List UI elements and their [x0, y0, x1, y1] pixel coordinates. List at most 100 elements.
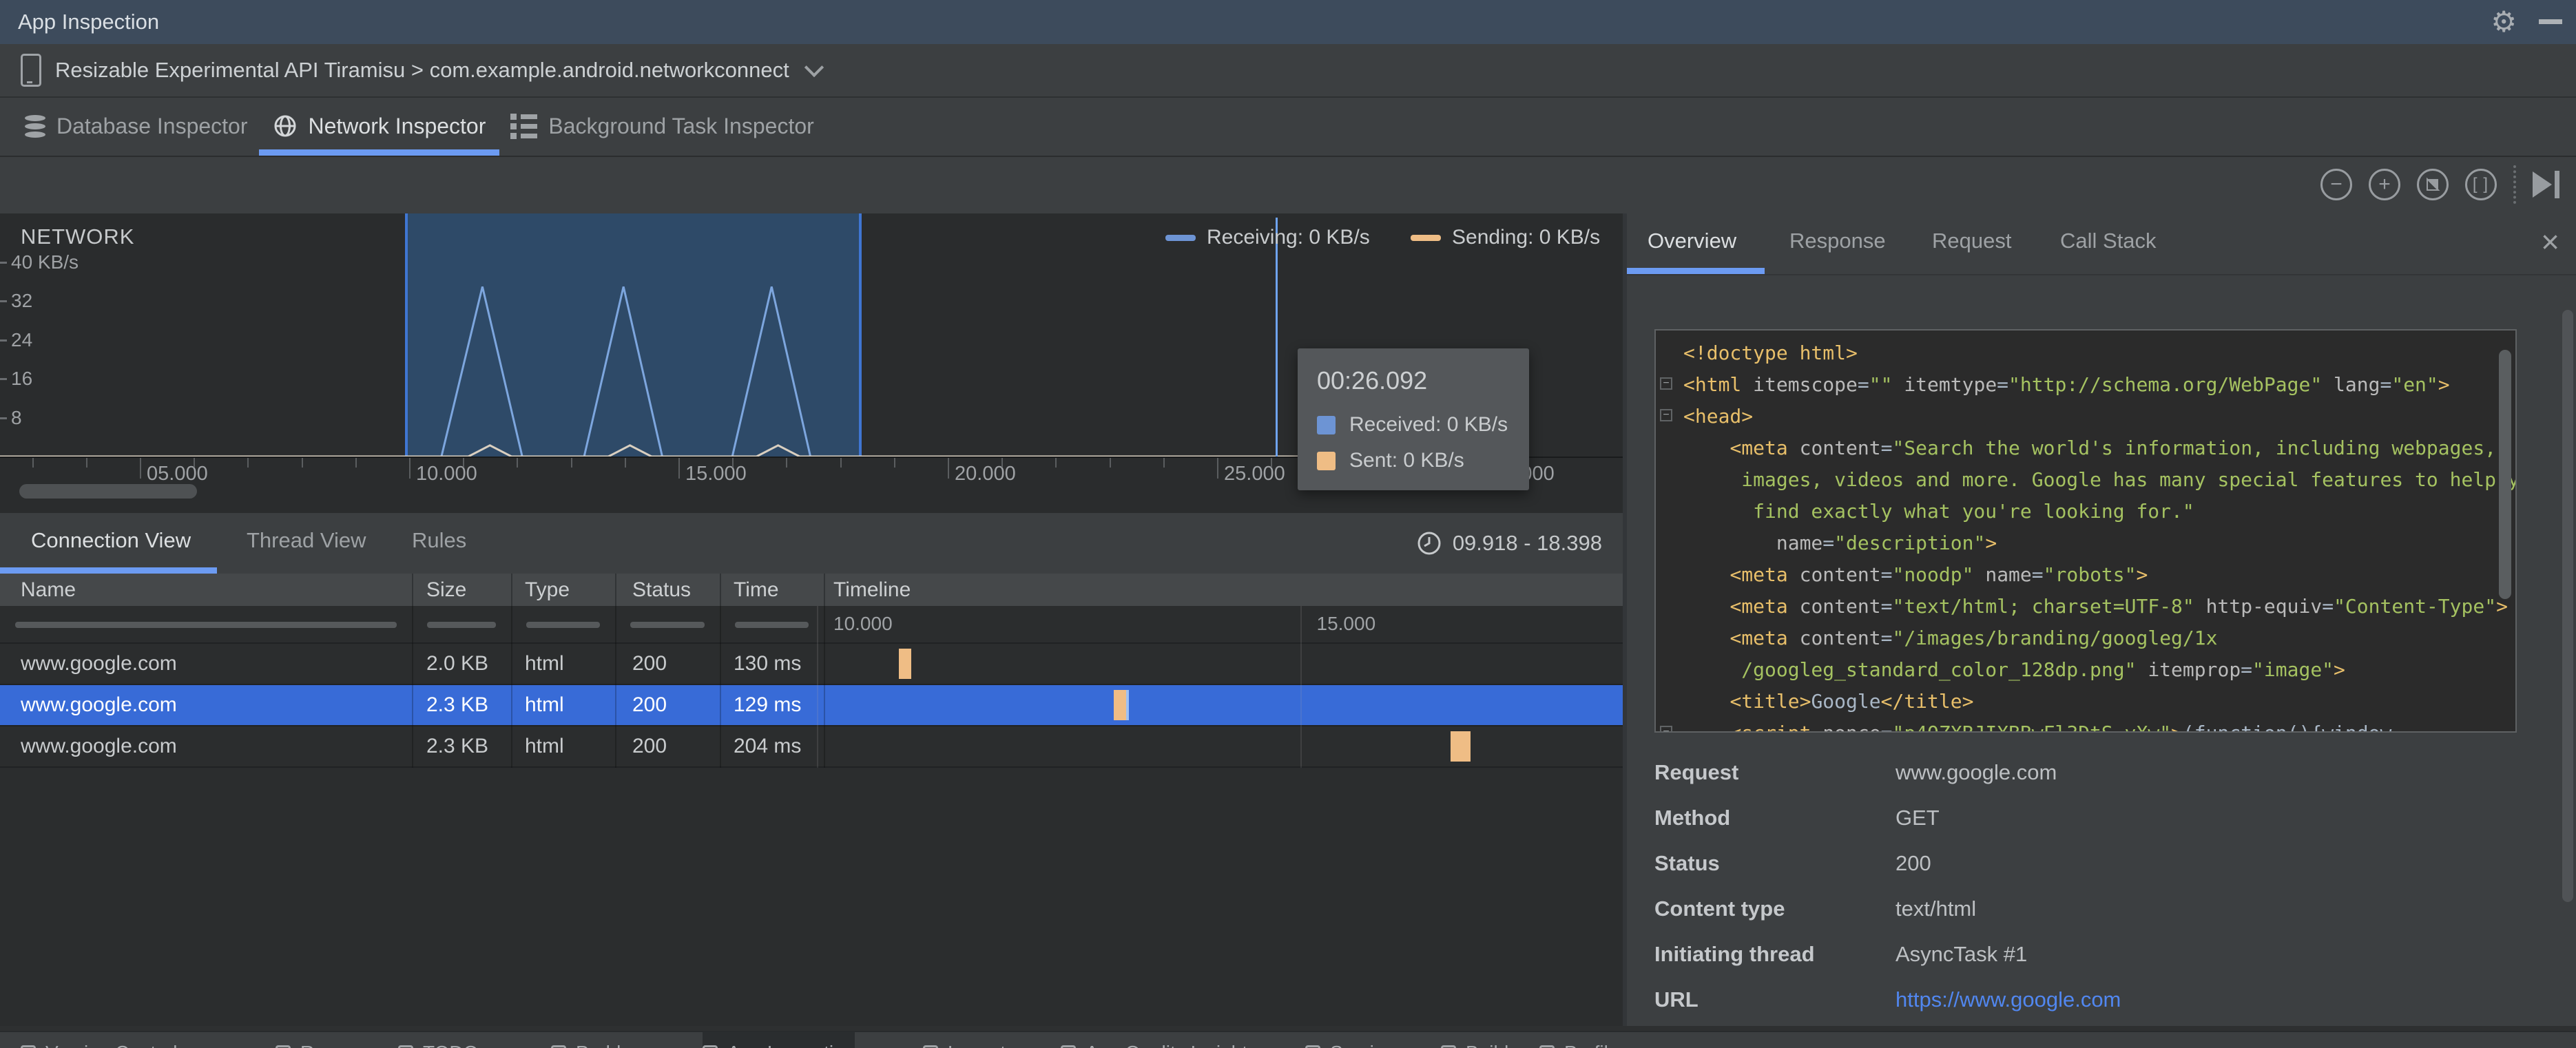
ruler-tick — [732, 458, 734, 468]
reset-zoom-icon[interactable] — [2417, 169, 2449, 200]
filter-pill[interactable] — [427, 622, 496, 628]
tool-window-bottom-bar: Version Control Run TODO Problems App Inspec… — [0, 1031, 2576, 1048]
connections-table-header[interactable]: Name Size Type Status Time Timeline — [0, 574, 1623, 606]
close-icon[interactable]: × — [2541, 223, 2559, 260]
column-header-time[interactable]: Time — [734, 574, 779, 606]
tooltip-time: 00:26.092 — [1317, 366, 1428, 395]
filter-pill[interactable] — [735, 622, 809, 628]
chart-tooltip: 00:26.092 Received: 0 KB/s Sent: 0 KB/s — [1298, 348, 1529, 490]
network-inspector-panel: NETWORK 8 16 24 32 40 KB/s 05.000 10.000 15.00… — [0, 213, 1623, 1031]
column-separator[interactable] — [615, 574, 616, 606]
gear-icon[interactable]: ⚙ — [2491, 6, 2517, 39]
zoom-to-selection-icon[interactable]: [ ] — [2465, 169, 2497, 200]
detail-value-request: www.google.com — [1895, 760, 2057, 784]
bottom-bar-item-app-inspection[interactable]: App Inspection — [703, 1032, 855, 1048]
minimize-icon[interactable] — [2539, 19, 2562, 24]
tab-database-inspector[interactable]: Database Inspector — [25, 96, 248, 156]
detail-label-url: URL — [1654, 987, 1699, 1012]
ruler-tick — [893, 458, 895, 468]
tab-thread-view[interactable]: Thread View — [247, 513, 366, 567]
column-header-type[interactable]: Type — [525, 574, 570, 606]
filter-pill[interactable] — [526, 622, 600, 628]
tab-call-stack[interactable]: Call Stack — [2060, 213, 2157, 268]
process-selector-bar[interactable]: Resizable Experimental API Tiramisu > co… — [0, 44, 2576, 98]
bottom-bar-item-profiler[interactable]: Profiler — [1539, 1036, 1625, 1048]
detail-value-method: GET — [1895, 806, 1940, 830]
inspector-tab-bar: Database Inspector Network Inspector Backg… — [0, 96, 2576, 157]
tab-rules[interactable]: Rules — [412, 513, 466, 567]
zoom-out-icon[interactable]: − — [2320, 169, 2352, 200]
table-row[interactable]: www.google.com 2.3 KB html 200 129 ms — [0, 685, 1623, 726]
column-separator[interactable] — [511, 574, 512, 606]
cell-time: 129 ms — [734, 693, 802, 716]
received-swatch — [1317, 415, 1336, 434]
device-phone-icon — [21, 54, 41, 87]
ruler-tick — [1271, 458, 1273, 468]
cell-status: 200 — [632, 693, 667, 716]
filter-pill[interactable] — [630, 622, 705, 628]
tab-background-task-inspector[interactable]: Background Task Inspector — [510, 96, 814, 156]
panel-scrollbar-thumb[interactable] — [2562, 310, 2573, 902]
column-separator[interactable] — [412, 574, 413, 606]
bottom-bar-item-build[interactable]: Build — [1441, 1036, 1508, 1048]
bottom-seam — [0, 1026, 2576, 1031]
bottom-bar-item-app-quality-insights[interactable]: App Quality Insights — [1061, 1036, 1257, 1048]
tool-window-header: App Inspection ⚙ — [0, 0, 2576, 44]
code-line: <meta content="text/html; charset=UTF-8"… — [1730, 595, 2508, 618]
zoom-in-icon[interactable]: + — [2369, 169, 2400, 200]
bottom-bar-label: TODO — [423, 1042, 478, 1048]
ruler-tick — [624, 458, 626, 468]
table-row[interactable]: www.google.com 2.3 KB html 200 204 ms — [0, 726, 1623, 768]
ruler-tick — [786, 458, 788, 468]
bottom-bar-item-version-control[interactable]: Version Control — [21, 1036, 177, 1048]
legend-swatch — [1165, 234, 1196, 241]
bottom-bar-label: Run — [300, 1042, 335, 1048]
table-row[interactable]: www.google.com 2.0 KB html 200 130 ms — [0, 644, 1623, 685]
fold-marker-icon[interactable]: − — [1660, 377, 1672, 390]
response-preview-code[interactable]: − − − <!doctype html> <html itemscope="" it… — [1654, 329, 2517, 733]
detail-label-content-type: Content type — [1654, 897, 1785, 921]
bottom-bar-item-run[interactable]: Run — [276, 1036, 335, 1048]
column-header-name[interactable]: Name — [21, 574, 76, 606]
tab-label: Network Inspector — [308, 113, 486, 138]
fold-marker-icon[interactable]: − — [1660, 726, 1672, 731]
column-separator[interactable] — [720, 574, 721, 606]
chart-pan-scrollbar[interactable] — [19, 484, 197, 499]
connection-view-tab-bar: Connection View Thread View Rules 09.918 -… — [0, 513, 1623, 574]
detail-label-initiating-thread: Initiating thread — [1654, 942, 1815, 966]
bottom-bar-item-problems[interactable]: Problems — [551, 1036, 657, 1048]
process-name[interactable]: Resizable Experimental API Tiramisu > co… — [55, 58, 789, 83]
column-header-timeline[interactable]: Timeline — [833, 574, 911, 606]
tab-overview[interactable]: Overview — [1648, 213, 1736, 268]
code-line: name="description"> — [1776, 532, 1997, 554]
go-live-icon[interactable] — [2533, 171, 2559, 198]
detail-value-content-type: text/html — [1895, 897, 1977, 921]
tab-response[interactable]: Response — [1789, 213, 1886, 268]
column-separator[interactable] — [824, 574, 825, 606]
fold-marker-icon[interactable]: − — [1660, 409, 1672, 421]
code-line: <html itemscope="" itemtype="http://sche… — [1683, 373, 2450, 396]
column-header-status[interactable]: Status — [632, 574, 691, 606]
tab-connection-view[interactable]: Connection View — [31, 513, 191, 567]
timeline-request-bar[interactable] — [1113, 690, 1129, 720]
toolbar-separator — [2513, 165, 2516, 204]
chevron-down-icon[interactable] — [804, 57, 824, 78]
column-header-size[interactable]: Size — [426, 574, 466, 606]
code-scrollbar-thumb[interactable] — [2499, 350, 2511, 599]
detail-label-method: Method — [1654, 806, 1731, 830]
tab-request[interactable]: Request — [1932, 213, 2011, 268]
ruler-tick-label: 20.000 — [955, 463, 1016, 485]
network-usage-chart[interactable]: NETWORK 8 16 24 32 40 KB/s 05.000 10.000 15.00… — [0, 213, 1623, 513]
timeline-request-bar[interactable] — [1451, 731, 1471, 762]
code-content: <!doctype html> <html itemscope="" itemty… — [1683, 337, 2515, 731]
detail-value-url[interactable]: https://www.google.com — [1895, 985, 2121, 1015]
tab-network-inspector[interactable]: Network Inspector — [258, 96, 500, 156]
ruler-tick — [409, 458, 411, 479]
bottom-bar-item-todo[interactable]: TODO — [398, 1036, 478, 1048]
timeline-request-bar[interactable] — [899, 649, 912, 679]
bottom-bar-item-logcat[interactable]: Logcat — [923, 1036, 1006, 1048]
connection-details-panel: Overview Response Request Call Stack × − − − … — [1627, 213, 2576, 1031]
app-inspection-window: App Inspection ⚙ Resizable Experimental … — [0, 0, 2576, 1048]
bottom-bar-item-services[interactable]: Services — [1305, 1036, 1404, 1048]
filter-pill[interactable] — [15, 622, 397, 628]
